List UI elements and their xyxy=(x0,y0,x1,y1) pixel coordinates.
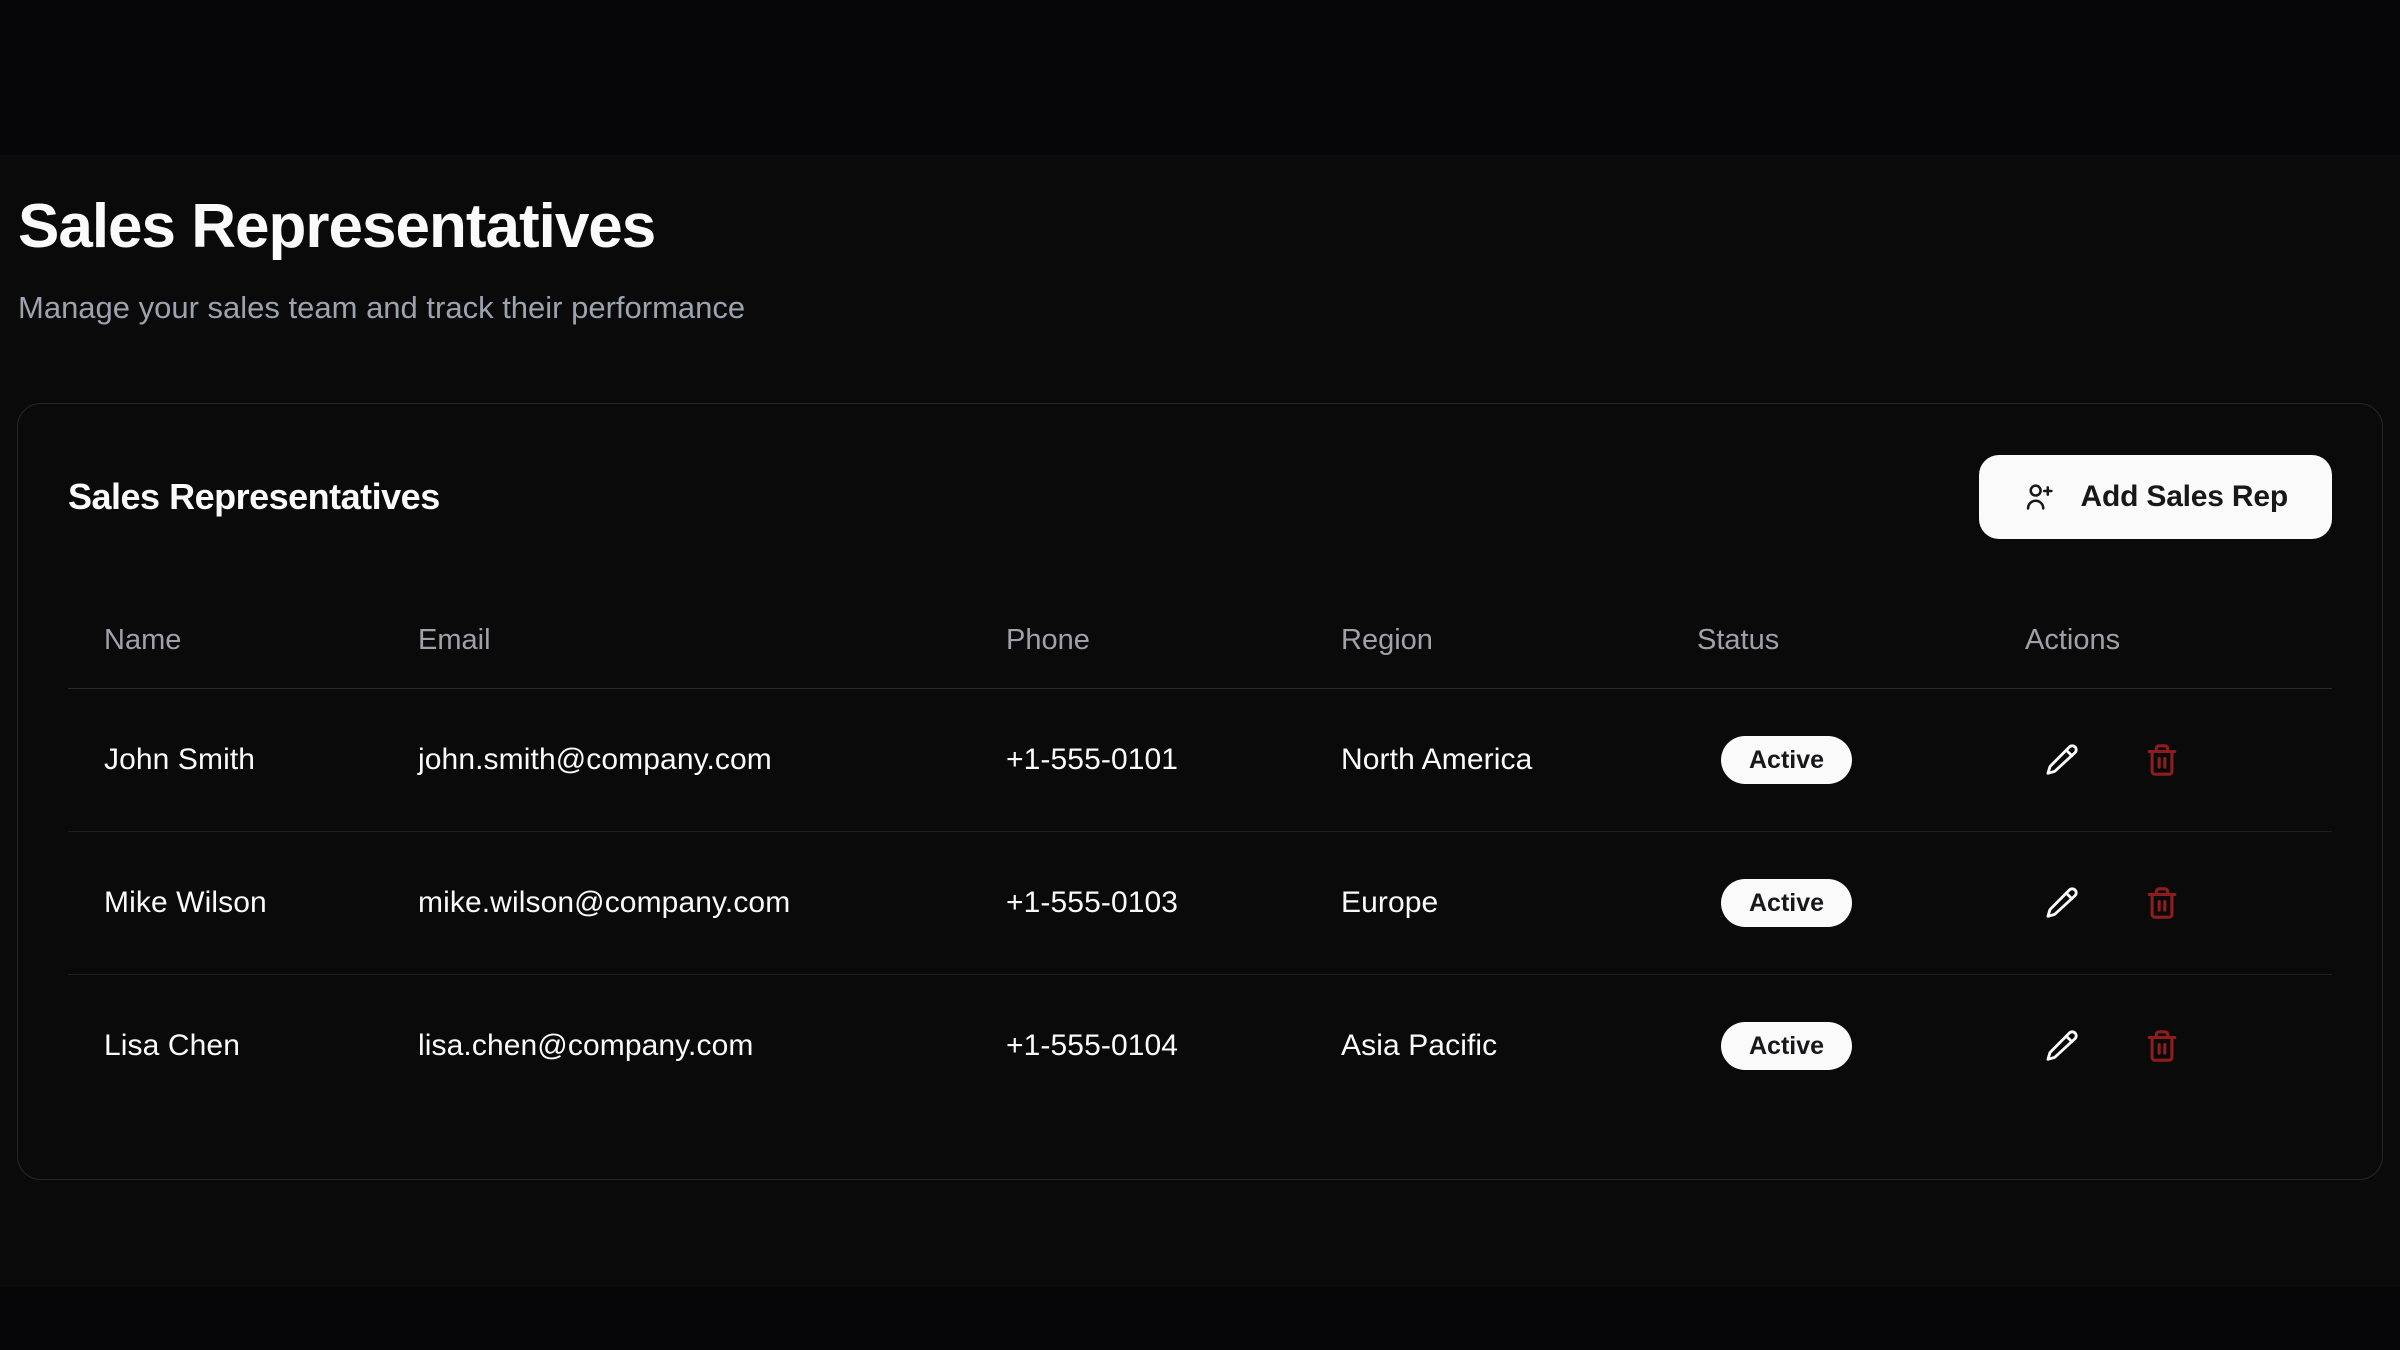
status-badge: Active xyxy=(1721,879,1852,927)
rep-email: lisa.chen@company.com xyxy=(418,1029,753,1062)
rep-phone: +1-555-0103 xyxy=(1006,886,1178,919)
pencil-icon xyxy=(2045,743,2079,777)
status-badge: Active xyxy=(1721,736,1852,784)
page-subtitle: Manage your sales team and track their p… xyxy=(18,289,745,326)
rep-name: John Smith xyxy=(104,743,255,776)
rep-region: North America xyxy=(1341,743,1532,776)
card-header: Sales Representatives Add Sales Rep xyxy=(68,455,2332,539)
pencil-icon xyxy=(2045,886,2079,920)
rep-name: Lisa Chen xyxy=(104,1029,240,1062)
delete-button[interactable] xyxy=(2145,886,2179,920)
rep-name: Mike Wilson xyxy=(104,886,267,919)
add-sales-rep-label: Add Sales Rep xyxy=(2081,480,2288,514)
edit-button[interactable] xyxy=(2045,886,2079,920)
rep-email: mike.wilson@company.com xyxy=(418,886,790,919)
status-badge: Active xyxy=(1721,1022,1852,1070)
row-actions xyxy=(2025,886,2332,920)
user-plus-icon xyxy=(2023,481,2055,513)
rep-region: Europe xyxy=(1341,886,1438,919)
add-sales-rep-button[interactable]: Add Sales Rep xyxy=(1979,455,2332,539)
column-header-status: Status xyxy=(1661,539,1989,689)
row-actions xyxy=(2025,1029,2332,1063)
delete-button[interactable] xyxy=(2145,743,2179,777)
edit-button[interactable] xyxy=(2045,1029,2079,1063)
page-title: Sales Representatives xyxy=(18,196,655,258)
sales-reps-table: Name Email Phone Region Status Actions J… xyxy=(68,539,2332,1118)
rep-email: john.smith@company.com xyxy=(418,743,772,776)
sales-reps-card: Sales Representatives Add Sales Rep Na xyxy=(17,403,2383,1180)
card-title: Sales Representatives xyxy=(68,476,440,518)
row-actions xyxy=(2025,743,2332,777)
rep-phone: +1-555-0101 xyxy=(1006,743,1178,776)
column-header-name: Name xyxy=(68,539,382,689)
table-row: John Smith john.smith@company.com +1-555… xyxy=(68,689,2332,832)
rep-region: Asia Pacific xyxy=(1341,1029,1497,1062)
table-body: John Smith john.smith@company.com +1-555… xyxy=(68,689,2332,1118)
trash-icon xyxy=(2145,743,2179,777)
column-header-actions: Actions xyxy=(1989,539,2332,689)
column-header-phone: Phone xyxy=(970,539,1305,689)
pencil-icon xyxy=(2045,1029,2079,1063)
table-row: Mike Wilson mike.wilson@company.com +1-5… xyxy=(68,832,2332,975)
column-header-email: Email xyxy=(382,539,970,689)
delete-button[interactable] xyxy=(2145,1029,2179,1063)
rep-phone: +1-555-0104 xyxy=(1006,1029,1178,1062)
table-row: Lisa Chen lisa.chen@company.com +1-555-0… xyxy=(68,975,2332,1118)
column-header-region: Region xyxy=(1305,539,1661,689)
trash-icon xyxy=(2145,1029,2179,1063)
edit-button[interactable] xyxy=(2045,743,2079,777)
table-header-row: Name Email Phone Region Status Actions xyxy=(68,539,2332,689)
trash-icon xyxy=(2145,886,2179,920)
